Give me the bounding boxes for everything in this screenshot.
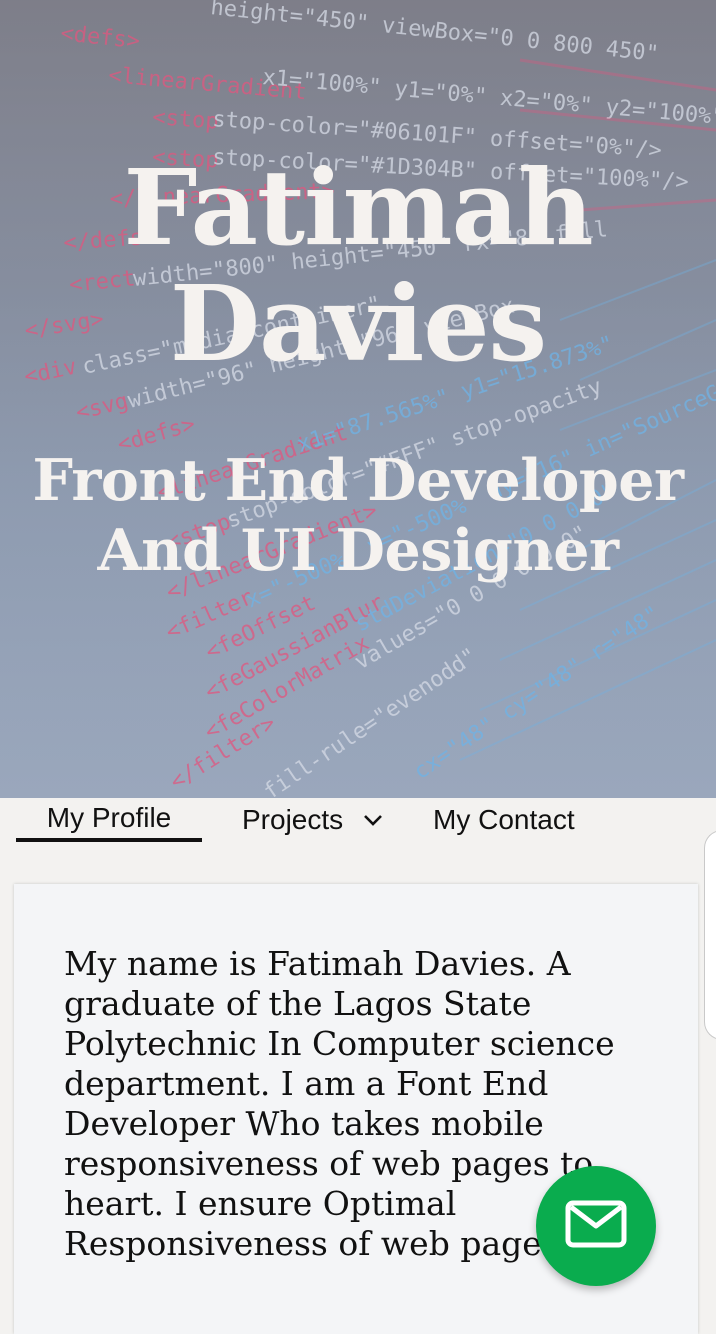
nav-item-label: My Profile bbox=[46, 802, 172, 833]
nav-item-label: Projects bbox=[242, 804, 344, 835]
mail-icon bbox=[565, 1200, 627, 1253]
chevron-down-icon bbox=[363, 813, 383, 827]
nav-item-my-contact[interactable]: My Contact bbox=[433, 798, 575, 842]
hero-role: Front End Developer And UI Designer bbox=[0, 446, 716, 586]
contact-fab-button[interactable] bbox=[536, 1166, 656, 1286]
nav-item-projects[interactable]: Projects bbox=[242, 798, 383, 842]
nav-item-my-profile[interactable]: My Profile bbox=[16, 798, 202, 842]
hero-role-line1: Front End Developer bbox=[32, 447, 684, 514]
nav-item-label: My Contact bbox=[433, 804, 575, 835]
hero-name-first: Fatimah bbox=[123, 146, 593, 269]
svg-text:<stop: <stop bbox=[152, 105, 220, 135]
code-background-image: <defs> height="450" viewBox="0 0 800 450… bbox=[0, 0, 716, 798]
hero-role-line2: And UI Designer bbox=[97, 517, 619, 584]
hero-name: Fatimah Davies bbox=[0, 150, 716, 382]
main-nav: My Profile Projects My Contact bbox=[0, 798, 716, 864]
side-panel-tab[interactable] bbox=[704, 830, 716, 1040]
hero-name-last: Davies bbox=[169, 262, 547, 385]
hero-banner: <defs> height="450" viewBox="0 0 800 450… bbox=[0, 0, 716, 798]
